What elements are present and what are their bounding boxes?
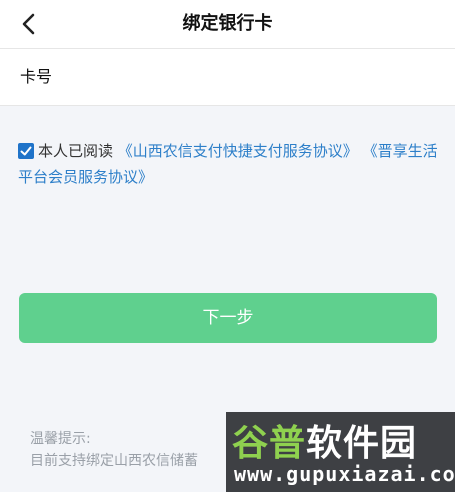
top-bar: 绑定银行卡 xyxy=(0,0,455,49)
watermark-brand: 谷普软件园 xyxy=(232,423,418,464)
tips-title: 温馨提示: xyxy=(30,431,91,447)
card-number-row: 卡号 xyxy=(0,49,455,106)
watermark: 谷普软件园 www.gupuxiazai.com xyxy=(226,412,455,492)
payment-agreement-link[interactable]: 《山西农信支付快捷支付服务协议》 xyxy=(118,142,358,160)
next-step-button[interactable]: 下一步 xyxy=(19,293,437,343)
card-number-input[interactable] xyxy=(70,59,435,97)
checkmark-icon xyxy=(20,146,32,156)
agreement-text: 本人已阅读 《山西农信支付快捷支付服务协议》 《晋享生活平台会员服务协议》 xyxy=(18,138,438,190)
watermark-url: www.gupuxiazai.com xyxy=(234,462,455,486)
agreement-checkbox[interactable] xyxy=(18,143,34,159)
page-title: 绑定银行卡 xyxy=(182,13,273,34)
agreement-prefix: 本人已阅读 xyxy=(38,142,114,160)
tips: 温馨提示: 目前支持绑定山西农信储蓄 xyxy=(30,428,198,472)
card-number-label: 卡号 xyxy=(20,67,53,86)
tips-text: 目前支持绑定山西农信储蓄 xyxy=(30,453,198,469)
